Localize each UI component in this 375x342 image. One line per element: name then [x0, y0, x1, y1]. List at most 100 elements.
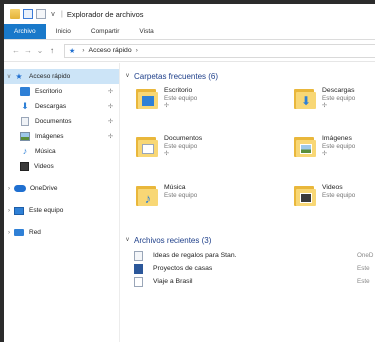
- file-location: Este: [357, 278, 370, 285]
- chevron-right-icon[interactable]: ›: [136, 47, 138, 54]
- folder-location: Este equipo: [322, 95, 356, 102]
- nav-item-onedrive[interactable]: › OneDrive: [4, 181, 119, 196]
- pin-icon: ✢: [164, 102, 170, 109]
- music-folder-icon: ♪: [136, 184, 158, 206]
- pin-icon[interactable]: ✢: [108, 118, 113, 125]
- recent-files-list: Ideas de regalos para Stan. OneD Proyect…: [126, 249, 375, 288]
- tab-inicio[interactable]: Inicio: [46, 24, 81, 39]
- frequent-folders-header[interactable]: v Carpetas frecuentes (6): [126, 69, 375, 83]
- content-pane: v Carpetas frecuentes (6) Escritorio Est…: [120, 63, 375, 342]
- recent-files-header[interactable]: v Archivos recientes (3): [126, 233, 375, 247]
- nav-item-imagenes[interactable]: Imágenes ✢: [4, 129, 119, 144]
- folder-tile-imagenes[interactable]: Imágenes Este equipo ✢: [294, 135, 375, 158]
- chevron-right-icon: ›: [82, 47, 85, 54]
- documents-folder-icon: [136, 135, 158, 157]
- new-folder-icon[interactable]: [36, 9, 46, 19]
- up-arrow-icon[interactable]: ↑: [46, 46, 58, 55]
- videos-folder-icon: [294, 184, 316, 206]
- nav-item-this-pc[interactable]: › Este equipo: [4, 203, 119, 218]
- document-file-icon: [134, 276, 143, 287]
- powerpoint-file-icon: [134, 263, 143, 274]
- pin-icon[interactable]: ✢: [108, 103, 113, 110]
- pictures-icon: [20, 132, 30, 141]
- folder-name: Imágenes: [322, 135, 352, 142]
- folder-tile-musica[interactable]: ♪ Música Este equipo: [136, 184, 266, 206]
- address-row: ← → ⌄ ↑ ★ › Acceso rápido ›: [4, 40, 375, 62]
- nav-item-network[interactable]: › Red: [4, 225, 119, 240]
- downloads-icon: ⬇: [21, 101, 29, 111]
- nav-label: Documentos: [35, 118, 72, 125]
- pin-icon: ✢: [164, 150, 170, 157]
- cloud-icon: [14, 185, 26, 192]
- expand-right-icon[interactable]: ›: [4, 230, 14, 236]
- nav-label: Música: [35, 148, 56, 155]
- address-path: Acceso rápido: [88, 47, 132, 54]
- folder-name: Documentos: [164, 135, 203, 142]
- file-name: Proyectos de casas: [153, 265, 213, 272]
- tab-compartir[interactable]: Compartir: [81, 24, 130, 39]
- recent-file-row[interactable]: Proyectos de casas Este: [126, 262, 375, 275]
- nav-item-musica[interactable]: ♪ Música: [4, 144, 119, 159]
- file-location: OneD: [357, 252, 374, 259]
- recent-locations-icon[interactable]: ⌄: [34, 46, 46, 55]
- nav-item-quick-access[interactable]: v ★ Acceso rápido: [4, 69, 119, 84]
- quick-access-star-icon: ★: [69, 47, 76, 55]
- recent-file-row[interactable]: Viaje a Brasil Este: [126, 275, 375, 288]
- expand-right-icon[interactable]: ›: [4, 208, 14, 214]
- nav-item-documentos[interactable]: Documentos ✢: [4, 114, 119, 129]
- ribbon-tabs: Archivo Inicio Compartir Vista: [4, 24, 375, 40]
- folder-tile-documentos[interactable]: Documentos Este equipo ✢: [136, 135, 266, 158]
- file-name: Ideas de regalos para Stan.: [153, 252, 237, 259]
- pin-icon[interactable]: ✢: [108, 88, 113, 95]
- star-icon: ★: [15, 72, 23, 81]
- downloads-folder-icon: ⬇: [294, 87, 316, 109]
- file-location: Este: [357, 265, 370, 272]
- nav-label: OneDrive: [30, 185, 58, 192]
- nav-item-videos[interactable]: Videos: [4, 159, 119, 174]
- file-name: Viaje a Brasil: [153, 278, 193, 285]
- tab-archivo[interactable]: Archivo: [4, 24, 46, 39]
- expand-down-icon[interactable]: v: [4, 74, 14, 80]
- nav-label: Acceso rápido: [29, 73, 71, 80]
- title-separator: |: [61, 10, 63, 18]
- folder-location: Este equipo: [322, 143, 356, 150]
- folder-tile-descargas[interactable]: ⬇ Descargas Este equipo ✢: [294, 87, 375, 110]
- collapse-icon: v: [126, 237, 129, 243]
- pin-icon: ✢: [322, 102, 328, 109]
- documents-icon: [21, 117, 29, 126]
- pin-icon: ✢: [322, 150, 328, 157]
- address-bar[interactable]: ★ › Acceso rápido ›: [64, 43, 375, 58]
- folder-tile-escritorio[interactable]: Escritorio Este equipo ✢: [136, 87, 266, 110]
- computer-icon: [14, 206, 24, 215]
- folder-location: Este equipo: [322, 192, 356, 199]
- nav-label: Descargas: [35, 103, 67, 110]
- back-arrow-icon[interactable]: ←: [10, 46, 22, 55]
- folder-tile-videos[interactable]: Videos Este equipo: [294, 184, 375, 206]
- chevron-down-icon[interactable]: v: [49, 11, 57, 18]
- tab-vista[interactable]: Vista: [129, 24, 163, 39]
- nav-label: Este equipo: [29, 207, 64, 214]
- nav-item-escritorio[interactable]: Escritorio ✢: [4, 84, 119, 99]
- frequent-folders-grid: Escritorio Este equipo ✢ ⬇ Descargas Est…: [126, 83, 375, 223]
- pin-icon[interactable]: ✢: [108, 133, 113, 140]
- nav-item-descargas[interactable]: ⬇ Descargas ✢: [4, 99, 119, 114]
- network-icon: [14, 229, 24, 236]
- recent-file-row[interactable]: Ideas de regalos para Stan. OneD: [126, 249, 375, 262]
- music-icon: ♪: [22, 146, 28, 156]
- forward-arrow-icon[interactable]: →: [22, 46, 34, 55]
- folder-location: Este equipo: [164, 192, 198, 199]
- folder-location: Este equipo: [164, 143, 198, 150]
- folder-icon[interactable]: [10, 9, 20, 19]
- nav-label: Red: [29, 229, 41, 236]
- properties-icon[interactable]: [23, 9, 33, 19]
- section-title: Archivos recientes (3): [134, 235, 212, 245]
- title-bar: v | Explorador de archivos: [4, 4, 375, 24]
- folder-name: Música: [164, 184, 186, 191]
- collapse-icon: v: [126, 73, 129, 79]
- file-icon: [134, 250, 143, 261]
- file-explorer-window: v | Explorador de archivos Archivo Inici…: [4, 4, 375, 342]
- expand-right-icon[interactable]: ›: [4, 186, 14, 192]
- main-area: v ★ Acceso rápido Escritorio ✢ ⬇ Descarg…: [4, 63, 375, 342]
